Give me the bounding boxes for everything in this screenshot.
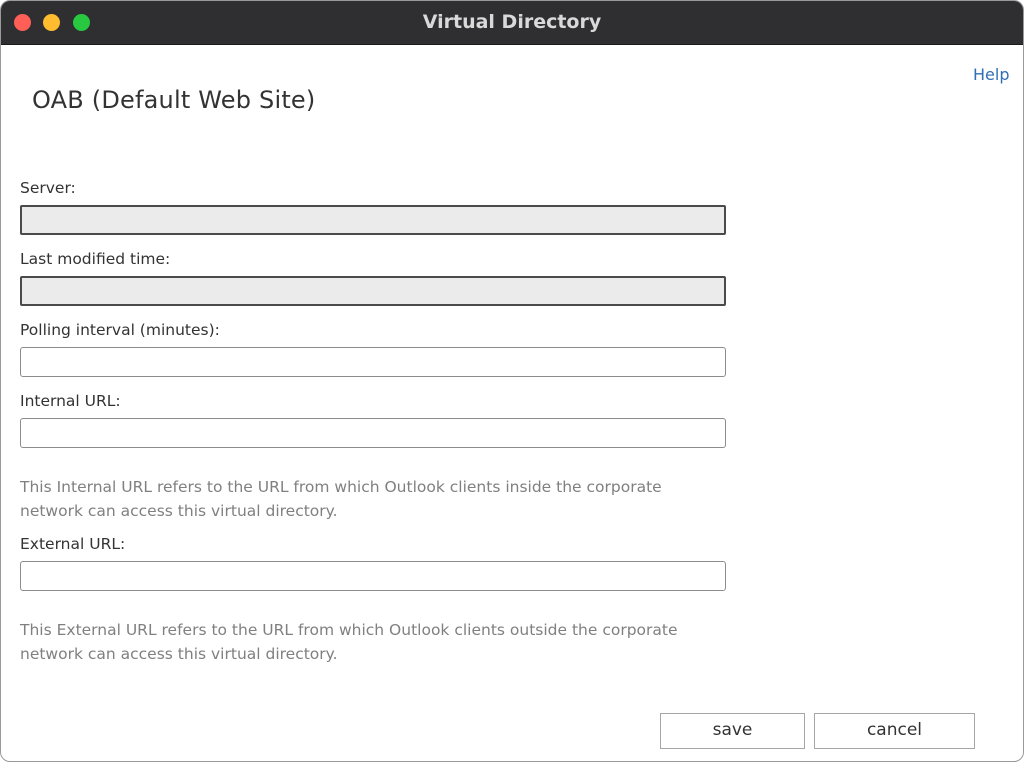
external-url-input[interactable] (20, 561, 726, 591)
last-modified-time-field (20, 276, 726, 306)
internal-url-label: Internal URL: (20, 392, 121, 410)
page-title: OAB (Default Web Site) (32, 86, 316, 114)
server-field (20, 205, 726, 235)
cancel-button[interactable]: cancel (814, 713, 975, 749)
save-button[interactable]: save (660, 713, 805, 749)
last-modified-time-label: Last modified time: (20, 250, 171, 268)
title-bar[interactable]: Virtual Directory (1, 1, 1023, 45)
external-url-label: External URL: (20, 535, 126, 553)
polling-interval-input[interactable] (20, 347, 726, 377)
internal-url-hint: This Internal URL refers to the URL from… (20, 478, 662, 520)
server-label: Server: (20, 179, 76, 197)
internal-url-input[interactable] (20, 418, 726, 448)
external-url-hint: This External URL refers to the URL from… (20, 621, 678, 663)
window-title: Virtual Directory (422, 11, 602, 33)
help-link[interactable]: Help (973, 65, 1009, 84)
virtual-directory-window: Virtual Directory Help OAB (Default Web … (0, 0, 1024, 762)
polling-interval-label: Polling interval (minutes): (20, 321, 220, 339)
